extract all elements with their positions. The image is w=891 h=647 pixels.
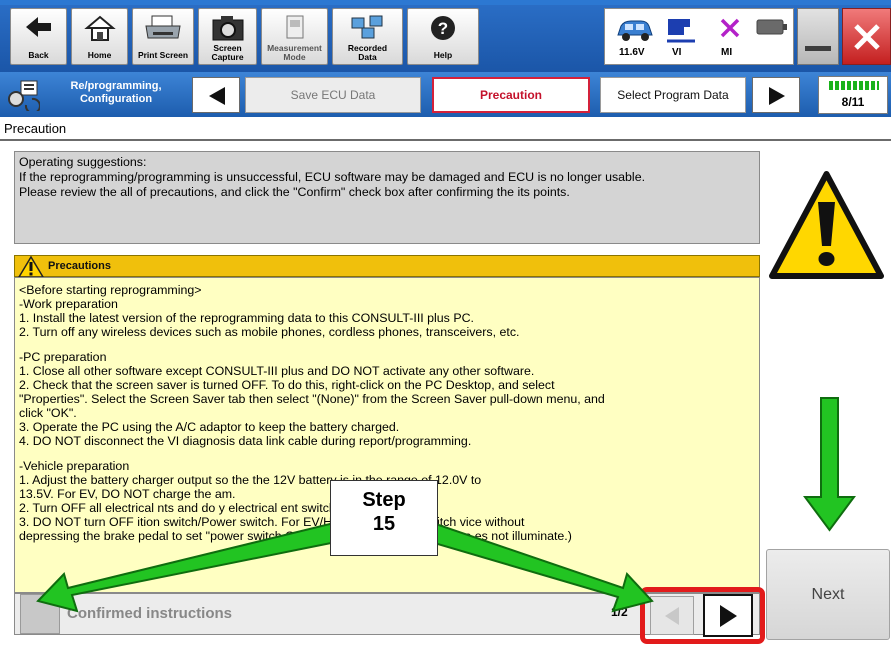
measurement-mode-button[interactable]: Measurement Mode (261, 8, 328, 65)
precaution-line: 1. Close all other software except CONSU… (19, 364, 535, 378)
consult-window: Back Home Print Screen Screen Capture Me… (0, 0, 891, 647)
voltage-readout: 11.6V (619, 47, 645, 58)
step-number: 15 (372, 513, 396, 535)
precaution-line: <Before starting reprogramming> (19, 283, 202, 297)
mode-label: Re/programming, Configuration (70, 80, 162, 105)
precaution-line: -Work preparation (19, 297, 118, 311)
measurement-mode-text: Measurement Mode (267, 43, 322, 62)
large-warning-icon (769, 171, 884, 279)
help-button-label: Help (433, 50, 453, 60)
minimize-button[interactable] (797, 8, 839, 65)
recorded-data-text: Recorded Data (347, 43, 388, 62)
precaution-line: click "OK". (19, 406, 77, 420)
next-button[interactable]: Next (766, 549, 890, 640)
print-screen-label: Print Screen (137, 50, 189, 60)
precautions-header: Precautions (14, 255, 760, 278)
close-icon (854, 24, 880, 50)
recorded-data-icon (351, 15, 382, 39)
precaution-line: 4. DO NOT disconnect the VI diagnosis da… (19, 434, 472, 448)
minimize-icon (805, 46, 831, 51)
toolbar: Back Home Print Screen Screen Capture Me… (0, 0, 891, 72)
step-progress: 8/11 (818, 76, 888, 114)
precaution-line: 2. Turn off any wireless devices such as… (19, 325, 520, 339)
suggestions-line: If the reprogramming/programming is unsu… (19, 170, 646, 184)
confirm-label: Confirmed instructions (67, 605, 233, 622)
precaution-line: 2. Check that the screen saver is turned… (19, 378, 555, 392)
precaution-spacer (19, 339, 755, 350)
help-icon: ? (431, 16, 455, 40)
back-button-label: Back (28, 50, 49, 60)
step-precaution[interactable]: Precaution (432, 77, 590, 113)
close-button[interactable] (842, 8, 891, 65)
back-arrow-icon (25, 17, 51, 37)
screen-capture-text: Screen Capture (211, 43, 244, 62)
page-indicator: 1/2 (611, 605, 628, 619)
progress-bars (829, 81, 879, 90)
suggestions-heading: Operating suggestions: (19, 155, 147, 169)
reprogramming-icon (8, 80, 40, 111)
print-screen-button[interactable]: Print Screen (132, 8, 194, 65)
step-save-ecu-data[interactable]: Save ECU Data (245, 77, 421, 113)
vi-icon (667, 19, 695, 43)
precaution-spacer (19, 448, 755, 459)
suggestions-line: Please review the all of precautions, an… (19, 185, 570, 199)
operating-suggestions: Operating suggestions: If the reprogramm… (14, 151, 760, 244)
vi-label: VI (672, 47, 682, 58)
right-arrow-icon (769, 87, 785, 105)
back-button[interactable]: Back (10, 8, 67, 65)
mi-icon (720, 18, 740, 38)
down-arrow-icon (803, 397, 856, 532)
recorded-data-button[interactable]: Recorded Data (332, 8, 403, 65)
step-select-program-data[interactable]: Select Program Data (600, 77, 746, 113)
confirm-checkbox[interactable] (20, 594, 60, 634)
home-button-label: Home (87, 50, 112, 60)
battery-icon (756, 19, 787, 35)
home-button[interactable]: Home (71, 8, 128, 65)
precautions-title: Precautions (48, 260, 111, 272)
screen-capture-label: Screen Capture (199, 44, 256, 62)
page-title: Precaution (4, 121, 67, 136)
svg-text:?: ? (438, 19, 448, 38)
precaution-line: "Properties". Select the Screen Saver ta… (19, 392, 605, 406)
toolbar-top-line (0, 0, 891, 5)
printer-icon (145, 15, 181, 39)
help-button[interactable]: ? Help (407, 8, 479, 65)
car-icon (617, 20, 653, 41)
warning-icon (18, 256, 44, 278)
precaution-line: -PC preparation (19, 350, 107, 364)
mi-label: MI (721, 47, 733, 58)
step-navigation-bar: Re/programming, Configuration Save ECU D… (0, 72, 891, 117)
connection-status: 11.6V VI MI (604, 8, 794, 65)
measurement-mode-label: Measurement Mode (262, 44, 327, 62)
precaution-line: -Vehicle preparation (19, 459, 130, 473)
precaution-line: 3. Operate the PC using the A/C adaptor … (19, 420, 400, 434)
next-step-button[interactable] (752, 77, 800, 113)
home-icon (83, 15, 116, 41)
screen-capture-button[interactable]: Screen Capture (198, 8, 257, 65)
step-callout: Step 15 (330, 480, 438, 556)
camera-icon (212, 16, 243, 41)
step-label: Step (362, 489, 406, 511)
precaution-line: 1. Install the latest version of the rep… (19, 311, 474, 325)
step-count: 8/11 (841, 95, 865, 109)
previous-step-button[interactable] (192, 77, 240, 113)
left-arrow-icon (209, 87, 225, 105)
measurement-icon (286, 15, 303, 39)
recorded-data-label: Recorded Data (333, 44, 402, 62)
title-divider (0, 139, 891, 141)
highlight-frame (640, 587, 765, 644)
